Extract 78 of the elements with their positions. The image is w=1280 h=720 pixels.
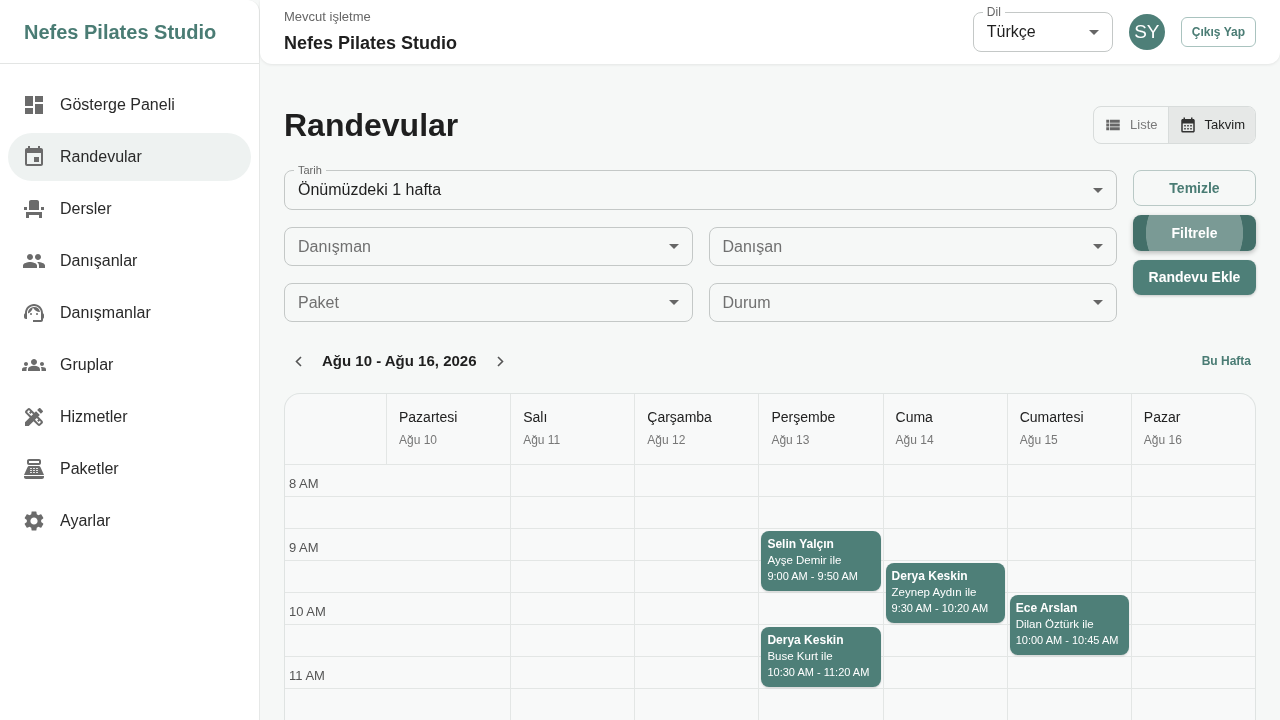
appointment-time: 10:30 AM - 11:20 AM xyxy=(767,665,871,679)
sidebar-item[interactable]: Danışanlar xyxy=(8,237,251,285)
sidebar-item[interactable]: Paketler xyxy=(8,445,251,493)
business-caption: Mevcut işletme xyxy=(284,9,372,25)
language-select[interactable]: Dil Türkçe xyxy=(972,5,1113,52)
caret-icon xyxy=(668,300,679,305)
register-icon xyxy=(22,457,46,481)
day-name: Perşembe xyxy=(771,408,837,426)
sidebar-item[interactable]: Hizmetler xyxy=(8,393,251,441)
appointment-card[interactable]: Derya Keskin Zeynep Aydın ile 9:30 AM - 10:20 AM xyxy=(885,563,1005,623)
caret-icon xyxy=(1093,300,1103,305)
calendar-icon xyxy=(22,145,46,169)
caret-icon xyxy=(1093,244,1103,249)
caret-icon xyxy=(668,244,679,249)
appointment-card[interactable]: Selin Yalçın Ayşe Demir ile 9:00 AM - 9:50 AM xyxy=(761,531,881,591)
caret-icon xyxy=(1088,29,1099,35)
settings-icon xyxy=(22,509,46,533)
sidebar-item[interactable]: Randevular xyxy=(8,133,251,181)
appointment-title: Selin Yalçın xyxy=(767,537,835,551)
appointment-card[interactable]: Ece Arslan Dilan Öztürk ile 10:00 AM - 10:45 AM xyxy=(1009,595,1129,655)
sidebar-item[interactable]: Gruplar xyxy=(8,341,251,389)
day-date: Ağu 11 xyxy=(523,433,562,447)
appointment-title: Derya Keskin xyxy=(891,569,969,583)
select-field[interactable]: Danışman xyxy=(284,227,693,266)
select-field[interactable]: Paket xyxy=(284,283,693,322)
tools-icon xyxy=(22,405,46,429)
time-label: 11 AM xyxy=(289,668,325,683)
select-field[interactable]: Durum xyxy=(708,283,1117,322)
time-label: 9 AM xyxy=(289,540,319,555)
user-avatar[interactable]: SY xyxy=(1128,14,1165,50)
appointment-time: 10:00 AM - 10:45 AM xyxy=(1015,633,1120,647)
appointment-subtitle: Zeynep Aydın ile xyxy=(891,585,978,599)
logout-button[interactable]: Çıkış Yap xyxy=(1180,17,1256,47)
day-name: Pazar xyxy=(1143,408,1182,426)
view-toggle[interactable]: Takvim xyxy=(1167,107,1255,143)
appointment-time: 9:00 AM - 9:50 AM xyxy=(767,569,859,583)
day-name: Çarşamba xyxy=(647,408,713,426)
day-name: Pazartesi xyxy=(399,408,459,426)
appointment-title: Derya Keskin xyxy=(767,633,845,647)
sidebar-item[interactable]: Ayarlar xyxy=(8,497,251,545)
select-field[interactable]: Danışan xyxy=(708,227,1117,266)
appointment-card[interactable]: Derya Keskin Buse Kurt ile 10:30 AM - 11:20 AM xyxy=(761,627,881,687)
sidebar-item[interactable]: Danışmanlar xyxy=(8,289,251,337)
day-date: Ağu 12 xyxy=(647,433,687,447)
view-toggle[interactable]: Liste xyxy=(1094,107,1168,143)
business-name: Nefes Pilates Studio xyxy=(284,32,458,55)
chevron-right-icon xyxy=(497,355,504,367)
time-label: 8 AM xyxy=(289,476,319,491)
sidebar-item[interactable]: Gösterge Paneli xyxy=(8,81,251,129)
headset-icon xyxy=(22,301,46,325)
filter-action-button[interactable]: Temizle xyxy=(1133,170,1256,206)
this-week-link[interactable]: Bu Hafta xyxy=(1201,352,1256,370)
appointment-subtitle: Buse Kurt ile xyxy=(767,649,834,663)
day-date: Ağu 13 xyxy=(771,433,811,447)
appointment-subtitle: Dilan Öztürk ile xyxy=(1015,617,1095,631)
week-range: Ağu 10 - Ağu 16, 2026 xyxy=(322,350,477,371)
date-select[interactable]: Tarih Önümüzdeki 1 hafta xyxy=(284,164,1117,210)
chevron-left-icon xyxy=(294,355,302,367)
day-name: Salı xyxy=(523,408,549,426)
day-date: Ağu 15 xyxy=(1019,433,1059,447)
filter-action-button[interactable]: Randevu Ekle xyxy=(1133,260,1256,295)
seat-icon xyxy=(22,197,46,221)
appointment-time: 9:30 AM - 10:20 AM xyxy=(891,601,990,615)
page-title: Randevular xyxy=(284,106,459,144)
day-date: Ağu 16 xyxy=(1143,433,1183,447)
sidebar-item[interactable]: Dersler xyxy=(8,185,251,233)
day-date: Ağu 10 xyxy=(399,433,439,447)
appointment-subtitle: Ayşe Demir ile xyxy=(767,553,843,567)
day-date: Ağu 14 xyxy=(895,433,935,447)
day-name: Cumartesi xyxy=(1019,408,1085,426)
appointment-title: Ece Arslan xyxy=(1015,601,1079,615)
calendar-icon xyxy=(1178,116,1197,134)
dashboard-icon xyxy=(22,93,46,117)
time-label: 10 AM xyxy=(289,604,326,619)
app-logo-text: Nefes Pilates Studio xyxy=(24,19,217,45)
caret-icon xyxy=(1093,187,1103,193)
filter-action-button[interactable]: Filtrele xyxy=(1133,215,1256,251)
day-name: Cuma xyxy=(895,408,934,426)
